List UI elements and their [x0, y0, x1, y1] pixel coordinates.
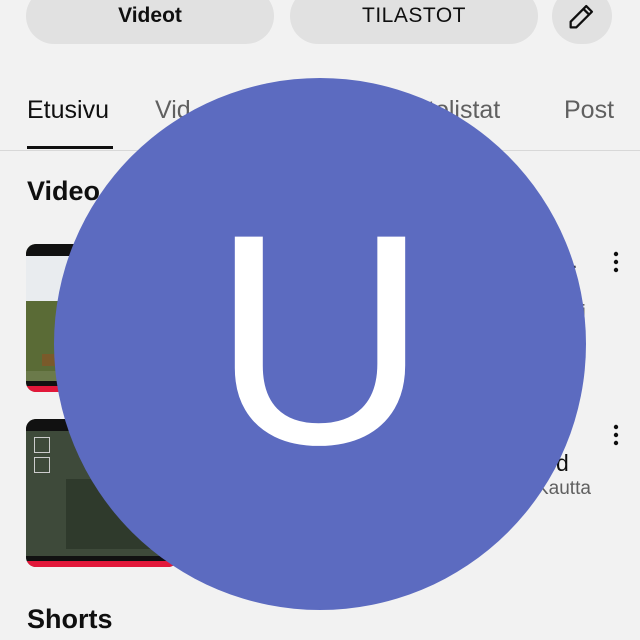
channel-page: Videot TILASTOT Etusivu Vid tolistat Pos… [0, 0, 640, 640]
channel-avatar[interactable]: U [54, 78, 586, 610]
avatar-letter: U [211, 171, 429, 507]
